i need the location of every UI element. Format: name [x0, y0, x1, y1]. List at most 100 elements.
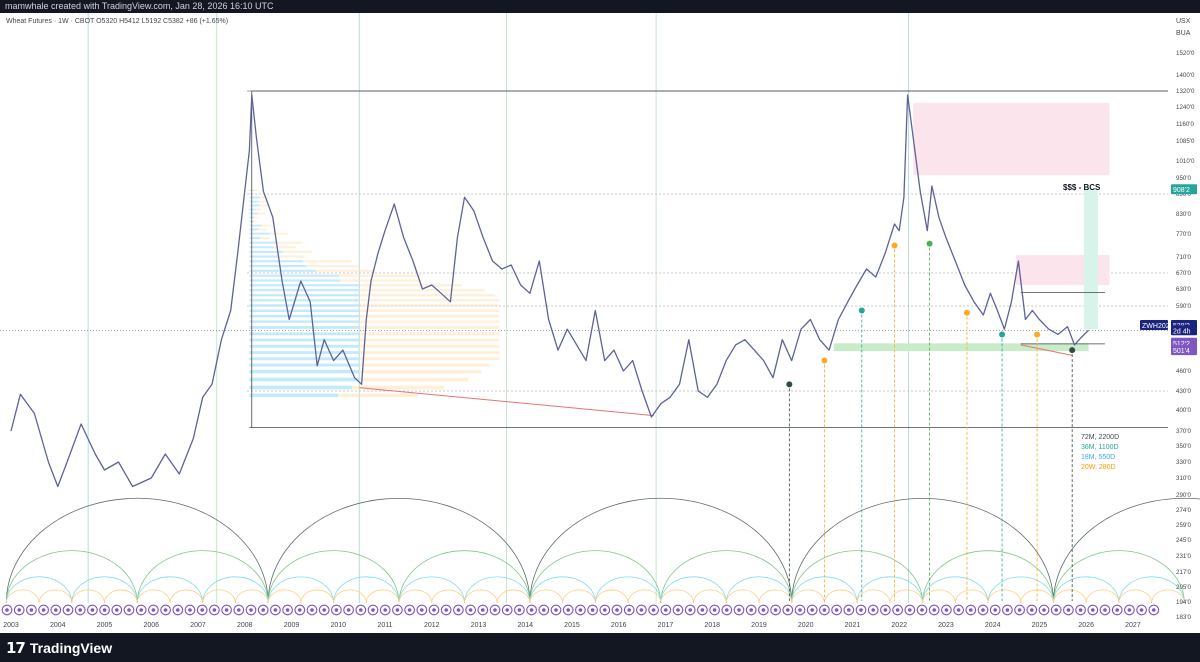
annotation-text: $$$ - BCS: [1063, 183, 1101, 192]
cycle-low-dot-2: [859, 308, 865, 314]
profile-bar: [249, 294, 359, 296]
y-tick-label: 290'0: [1176, 492, 1192, 499]
x-tick-label: 2014: [517, 622, 533, 629]
timeline-marker-core: [30, 608, 34, 612]
timeline-marker-core: [859, 608, 863, 612]
timeline-marker-core: [884, 608, 888, 612]
timeline-marker-core: [249, 608, 253, 612]
target-price-tag-text: 908'2: [1173, 187, 1190, 194]
profile-bar-overlay: [352, 386, 444, 390]
price-chart[interactable]: 2003 2004 2005 2006 2007 2008 2009 2010 2011 2012…: [0, 13, 1200, 633]
cycle-low-dot-4: [927, 241, 933, 247]
watermark-bar: mamwhale created with TradingView.com, J…: [0, 0, 1200, 13]
x-tick-label: 2010: [330, 622, 346, 629]
timeline-marker-core: [1128, 608, 1132, 612]
timeline-marker-core: [542, 608, 546, 612]
timeline-marker-core: [896, 608, 900, 612]
timeline-marker-core: [78, 608, 82, 612]
cycle-low-dot-6: [999, 331, 1005, 337]
profile-bar-overlay: [359, 339, 499, 342]
timeline-marker-core: [1140, 608, 1144, 612]
cycle-legend-item: 18M, 550D: [1081, 454, 1115, 461]
timeline-marker-core: [396, 608, 400, 612]
timeline-marker-core: [1103, 608, 1107, 612]
timeline-marker-core: [335, 608, 339, 612]
profile-bar-overlay: [255, 209, 260, 211]
cycle-low-dot-0: [786, 381, 792, 387]
y-tick-label: 400'0: [1176, 407, 1192, 414]
chart-frame: 2003 2004 2005 2006 2007 2008 2009 2010 2011 2012…: [0, 13, 1200, 633]
y-tick-label: 460'0: [1176, 368, 1192, 375]
x-tick-label: 2006: [143, 622, 159, 629]
profile-bar: [249, 213, 257, 215]
timeline-marker-core: [945, 608, 949, 612]
timeline-marker-core: [505, 608, 509, 612]
y-tick-label: 274'0: [1176, 507, 1192, 514]
profile-bar: [249, 221, 253, 223]
tradingview-logo-wordmark: TradingView: [30, 640, 112, 656]
y-tick-label: 310'0: [1176, 475, 1192, 482]
timeline-marker-core: [762, 608, 766, 612]
timeline-marker-core: [701, 608, 705, 612]
cycle-legend-item: 20W, 280D: [1081, 464, 1116, 471]
timeline-marker-core: [200, 608, 204, 612]
session-label: BUA: [1176, 30, 1191, 37]
currency-label: USX: [1176, 18, 1191, 25]
profile-bar-overlay: [270, 233, 288, 235]
x-tick-label: 2005: [97, 622, 113, 629]
cycle-low-dot-5: [964, 310, 970, 316]
y-tick-label: 710'0: [1176, 254, 1192, 261]
timeline-marker-core: [371, 608, 375, 612]
timeline-marker-core: [1054, 608, 1058, 612]
timeline-marker-core: [225, 608, 229, 612]
cycle-legend-item: 72M, 2200D: [1081, 434, 1119, 441]
x-tick-label: 2012: [424, 622, 440, 629]
y-tick-label: 259'0: [1176, 522, 1192, 529]
profile-bar: [249, 386, 351, 390]
y-tick-label: 630'0: [1176, 286, 1192, 293]
y-tick-label: 245'0: [1176, 537, 1192, 544]
x-tick-label: 2021: [845, 622, 861, 629]
profile-bar-overlay: [307, 265, 359, 267]
profile-bar-overlay: [260, 237, 270, 239]
profile-bar-overlay: [359, 357, 499, 360]
profile-bar-overlay: [359, 370, 481, 373]
timeline-marker-core: [823, 608, 827, 612]
profile-bar: [249, 265, 307, 267]
timeline-marker-core: [237, 608, 241, 612]
timeline-marker-core: [444, 608, 448, 612]
timeline-markers: [2, 605, 1158, 615]
profile-bar: [249, 332, 359, 335]
timeline-marker-core: [420, 608, 424, 612]
profile-bar: [249, 246, 273, 248]
x-tick-label: 2017: [658, 622, 674, 629]
timeline-marker-core: [688, 608, 692, 612]
profile-bar: [249, 320, 359, 322]
timeline-marker-core: [713, 608, 717, 612]
supply-zone-high: [913, 103, 1109, 175]
timeline-marker-core: [310, 608, 314, 612]
timeline-marker-core: [298, 608, 302, 612]
profile-bar: [249, 394, 338, 398]
x-tick-label: 2020: [798, 622, 814, 629]
profile-bar-overlay: [278, 255, 304, 257]
x-tick-label: 2023: [938, 622, 954, 629]
timeline-marker-core: [615, 608, 619, 612]
profile-bar-overlay: [359, 332, 499, 335]
timeline-marker-core: [1152, 608, 1156, 612]
profile-bar: [249, 209, 255, 211]
timeline-marker-core: [17, 608, 21, 612]
timeline-marker-core: [152, 608, 156, 612]
timeline-marker-core: [347, 608, 351, 612]
profile-bar-overlay: [359, 351, 499, 354]
timeline-marker-core: [786, 608, 790, 612]
timeline-marker-core: [164, 608, 168, 612]
y-tick-label: 950'0: [1176, 175, 1192, 182]
x-tick-label: 2016: [611, 622, 627, 629]
y-tick-label: 1085'0: [1176, 138, 1195, 145]
timeline-marker-core: [969, 608, 973, 612]
y-tick-label: 330'0: [1176, 459, 1192, 466]
timeline-marker-core: [432, 608, 436, 612]
timeline-marker-core: [213, 608, 217, 612]
profile-bar-overlay: [316, 270, 376, 272]
